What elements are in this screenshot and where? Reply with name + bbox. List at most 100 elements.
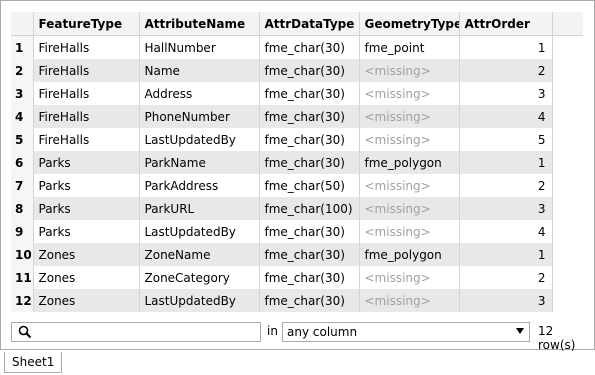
cell-dtype[interactable]: fme_char(30): [259, 105, 360, 128]
search-box[interactable]: [11, 322, 261, 342]
column-header-geometrytype[interactable]: GeometryType: [359, 12, 460, 36]
cell-geom[interactable]: <missing>: [359, 59, 460, 82]
cell-feature[interactable]: Zones: [33, 289, 140, 312]
cell-attribute[interactable]: ParkAddress: [139, 174, 260, 197]
search-input[interactable]: [38, 324, 258, 340]
cell-attribute[interactable]: ZoneName: [139, 243, 260, 266]
cell-attribute[interactable]: LastUpdatedBy: [139, 220, 260, 243]
cell-geom[interactable]: <missing>: [359, 197, 460, 220]
cell-attribute[interactable]: ParkName: [139, 151, 260, 174]
row-number[interactable]: 7: [11, 174, 34, 197]
row-filler: [552, 128, 583, 151]
cell-dtype[interactable]: fme_char(30): [259, 35, 360, 59]
table-row[interactable]: 11 Zones ZoneCategory fme_char(30) <missing>…: [11, 266, 583, 289]
cell-feature[interactable]: Parks: [33, 174, 140, 197]
cell-dtype[interactable]: fme_char(30): [259, 82, 360, 105]
cell-dtype[interactable]: fme_char(100): [259, 197, 360, 220]
cell-attribute[interactable]: PhoneNumber: [139, 105, 260, 128]
cell-order[interactable]: 3: [459, 82, 553, 105]
column-header-attrdatatype[interactable]: AttrDataType: [259, 12, 360, 36]
cell-attribute[interactable]: Address: [139, 82, 260, 105]
table-row[interactable]: 2 FireHalls Name fme_char(30) <missing> 2: [11, 59, 583, 82]
cell-geom[interactable]: <missing>: [359, 105, 460, 128]
cell-feature[interactable]: FireHalls: [33, 128, 140, 151]
row-number[interactable]: 9: [11, 220, 34, 243]
cell-attribute[interactable]: LastUpdatedBy: [139, 289, 260, 312]
column-header-featuretype[interactable]: FeatureType: [33, 12, 140, 36]
table-row[interactable]: 1 FireHalls HallNumber fme_char(30) fme_poin…: [11, 35, 583, 59]
row-number[interactable]: 5: [11, 128, 34, 151]
table-row[interactable]: 10 Zones ZoneName fme_char(30) fme_polygon 1: [11, 243, 583, 266]
column-header-attributename[interactable]: AttributeName: [139, 12, 260, 36]
table-row[interactable]: 4 FireHalls PhoneNumber fme_char(30) <missin…: [11, 105, 583, 128]
row-number[interactable]: 6: [11, 151, 34, 174]
column-header-attrorder[interactable]: AttrOrder: [459, 12, 553, 36]
cell-attribute[interactable]: ParkURL: [139, 197, 260, 220]
cell-attribute[interactable]: Name: [139, 59, 260, 82]
cell-feature[interactable]: Parks: [33, 220, 140, 243]
row-number[interactable]: 8: [11, 197, 34, 220]
row-number[interactable]: 10: [11, 243, 34, 266]
row-number-header: [11, 12, 34, 36]
row-number[interactable]: 12: [11, 289, 34, 312]
row-number[interactable]: 3: [11, 82, 34, 105]
column-select[interactable]: any column: [282, 322, 530, 342]
cell-order[interactable]: 1: [459, 243, 553, 266]
cell-geom[interactable]: <missing>: [359, 174, 460, 197]
header-filler: [552, 12, 583, 36]
table-row[interactable]: 8 Parks ParkURL fme_char(100) <missing> 3: [11, 197, 583, 220]
cell-order[interactable]: 2: [459, 266, 553, 289]
cell-geom[interactable]: <missing>: [359, 128, 460, 151]
cell-geom[interactable]: <missing>: [359, 289, 460, 312]
cell-attribute[interactable]: LastUpdatedBy: [139, 128, 260, 151]
cell-attribute[interactable]: HallNumber: [139, 35, 260, 59]
cell-order[interactable]: 1: [459, 151, 553, 174]
cell-dtype[interactable]: fme_char(30): [259, 289, 360, 312]
row-count: 12 row(s): [538, 324, 576, 352]
table-row[interactable]: 9 Parks LastUpdatedBy fme_char(30) <missing>…: [11, 220, 583, 243]
cell-geom[interactable]: <missing>: [359, 220, 460, 243]
cell-feature[interactable]: Zones: [33, 243, 140, 266]
cell-dtype[interactable]: fme_char(30): [259, 243, 360, 266]
cell-attribute[interactable]: ZoneCategory: [139, 266, 260, 289]
table-row[interactable]: 3 FireHalls Address fme_char(30) <missing> 3: [11, 82, 583, 105]
cell-geom[interactable]: fme_polygon: [359, 243, 460, 266]
table-row[interactable]: 12 Zones LastUpdatedBy fme_char(30) <missing…: [11, 289, 583, 312]
chevron-down-icon[interactable]: [516, 328, 524, 334]
cell-geom[interactable]: fme_polygon: [359, 151, 460, 174]
table-row[interactable]: 6 Parks ParkName fme_char(30) fme_polygon 1: [11, 151, 583, 174]
cell-dtype[interactable]: fme_char(50): [259, 174, 360, 197]
cell-dtype[interactable]: fme_char(30): [259, 128, 360, 151]
table-row[interactable]: 5 FireHalls LastUpdatedBy fme_char(30) <miss…: [11, 128, 583, 151]
cell-geom[interactable]: <missing>: [359, 82, 460, 105]
cell-feature[interactable]: FireHalls: [33, 82, 140, 105]
cell-order[interactable]: 5: [459, 128, 553, 151]
row-number[interactable]: 11: [11, 266, 34, 289]
cell-geom[interactable]: fme_point: [359, 35, 460, 59]
cell-feature[interactable]: Zones: [33, 266, 140, 289]
cell-feature[interactable]: FireHalls: [33, 59, 140, 82]
cell-dtype[interactable]: fme_char(30): [259, 151, 360, 174]
cell-feature[interactable]: Parks: [33, 151, 140, 174]
cell-order[interactable]: 3: [459, 289, 553, 312]
cell-order[interactable]: 2: [459, 174, 553, 197]
cell-order[interactable]: 4: [459, 105, 553, 128]
cell-dtype[interactable]: fme_char(30): [259, 266, 360, 289]
row-filler: [552, 151, 583, 174]
cell-geom[interactable]: <missing>: [359, 266, 460, 289]
cell-dtype[interactable]: fme_char(30): [259, 59, 360, 82]
cell-order[interactable]: 1: [459, 35, 553, 59]
cell-dtype[interactable]: fme_char(30): [259, 220, 360, 243]
row-number[interactable]: 1: [11, 35, 34, 59]
row-number[interactable]: 4: [11, 105, 34, 128]
cell-feature[interactable]: Parks: [33, 197, 140, 220]
cell-order[interactable]: 3: [459, 197, 553, 220]
cell-feature[interactable]: FireHalls: [33, 35, 140, 59]
row-filler: [552, 59, 583, 82]
cell-order[interactable]: 2: [459, 59, 553, 82]
sheet-tab[interactable]: Sheet1: [4, 352, 63, 373]
row-number[interactable]: 2: [11, 59, 34, 82]
cell-order[interactable]: 4: [459, 220, 553, 243]
table-row[interactable]: 7 Parks ParkAddress fme_char(50) <missing> 2: [11, 174, 583, 197]
cell-feature[interactable]: FireHalls: [33, 105, 140, 128]
